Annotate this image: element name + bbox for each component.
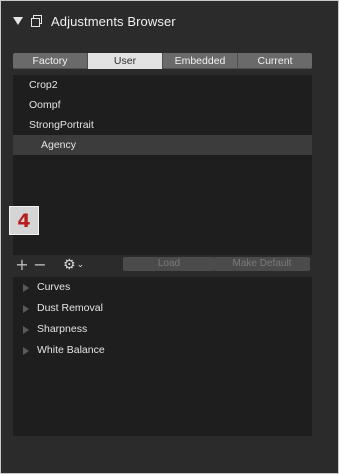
gear-icon[interactable]: ⚙ xyxy=(63,257,76,273)
adjustment-label: Sharpness xyxy=(37,323,88,335)
list-item[interactable]: Oompf xyxy=(13,95,312,115)
list-item[interactable]: Dust Removal xyxy=(13,298,312,319)
disclosure-triangle-icon[interactable] xyxy=(23,283,29,292)
chevron-down-icon[interactable]: ⌄ xyxy=(77,260,85,270)
annotation-badge: 4 xyxy=(9,206,39,235)
disclosure-triangle-icon[interactable] xyxy=(13,17,23,25)
window-icon xyxy=(31,15,43,27)
preset-list[interactable]: Crop2 Oompf StrongPortrait Agency xyxy=(13,75,312,255)
list-item[interactable]: Crop2 xyxy=(13,75,312,95)
adjustment-label: White Balance xyxy=(37,344,105,356)
remove-preset-button[interactable]: − xyxy=(31,257,49,273)
make-default-button[interactable]: Make Default xyxy=(214,257,310,271)
disclosure-triangle-icon[interactable] xyxy=(23,304,29,313)
disclosure-triangle-icon[interactable] xyxy=(23,325,29,334)
preset-toolbar: + − ⚙ ⌄ Load Make Default xyxy=(13,255,312,275)
add-preset-button[interactable]: + xyxy=(13,257,31,273)
list-item[interactable]: Curves xyxy=(13,277,312,298)
tab-user[interactable]: User xyxy=(88,53,163,69)
disclosure-triangle-icon[interactable] xyxy=(23,346,29,355)
panel-header[interactable]: Adjustments Browser xyxy=(13,11,176,31)
adjustments-browser-panel: Adjustments Browser Factory User Embedde… xyxy=(0,0,339,474)
adjustment-label: Dust Removal xyxy=(37,302,103,314)
preset-source-tabs: Factory User Embedded Current xyxy=(13,53,312,69)
list-item[interactable]: Sharpness xyxy=(13,319,312,340)
tab-current[interactable]: Current xyxy=(238,53,312,69)
list-item[interactable]: StrongPortrait xyxy=(13,115,312,135)
panel-title: Adjustments Browser xyxy=(51,13,176,29)
adjustment-label: Curves xyxy=(37,281,71,293)
tab-embedded[interactable]: Embedded xyxy=(163,53,238,69)
tab-factory[interactable]: Factory xyxy=(13,53,88,69)
load-button[interactable]: Load xyxy=(123,257,215,271)
adjustments-list[interactable]: Curves Dust Removal Sharpness White Bala… xyxy=(13,277,312,436)
list-item-selected[interactable]: Agency xyxy=(13,135,312,155)
list-item[interactable]: White Balance xyxy=(13,340,312,361)
